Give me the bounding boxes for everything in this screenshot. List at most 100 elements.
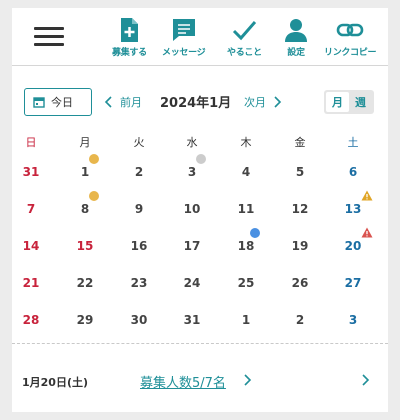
day-cell[interactable]: 31 xyxy=(11,158,51,186)
weekday-header: 日月火水木金土 xyxy=(12,134,388,150)
day-number: 17 xyxy=(183,239,201,253)
day-cell[interactable]: 14 xyxy=(11,232,51,260)
day-cell[interactable]: 2 xyxy=(119,158,159,186)
warning-icon xyxy=(361,190,373,201)
day-cell[interactable]: 5 xyxy=(280,158,320,186)
header-bar: 募集する メッセージ やること 設定 リンクコピー xyxy=(12,8,388,66)
weekday-label: 木 xyxy=(240,136,252,149)
nav-messages-label: メッセージ xyxy=(162,48,206,58)
day-cell[interactable]: 21 xyxy=(11,269,51,297)
day-cell[interactable]: 23 xyxy=(119,269,159,297)
weekday-label: 土 xyxy=(347,136,359,149)
day-number: 29 xyxy=(76,313,94,327)
day-number: 10 xyxy=(183,202,201,216)
day-cell[interactable]: 22 xyxy=(65,269,105,297)
nav-recruit[interactable]: 募集する xyxy=(112,16,147,58)
day-number: 11 xyxy=(237,202,255,216)
day-cell[interactable]: 1 xyxy=(65,154,105,186)
event-dot-icon xyxy=(89,191,99,201)
chevron-left-icon xyxy=(104,96,112,108)
day-number: 30 xyxy=(130,313,148,327)
user-icon xyxy=(285,19,307,42)
nav-settings[interactable]: 設定 xyxy=(282,16,310,58)
day-cell[interactable]: 20 xyxy=(333,227,373,260)
nav-todo[interactable]: やること xyxy=(227,16,262,58)
day-cell[interactable]: 25 xyxy=(226,269,266,297)
next-month-button[interactable]: 次月 xyxy=(244,94,282,110)
day-cell[interactable]: 24 xyxy=(172,269,212,297)
weekday-label: 金 xyxy=(294,136,306,149)
day-number: 22 xyxy=(76,276,94,290)
day-number: 4 xyxy=(241,165,251,179)
selected-day-summary: 1月20日(土) 募集人数5/7名 xyxy=(12,368,388,392)
event-dot-icon xyxy=(196,154,206,164)
day-cell[interactable]: 26 xyxy=(280,269,320,297)
day-cell[interactable]: 7 xyxy=(11,195,51,223)
day-number: 21 xyxy=(22,276,40,290)
day-cell[interactable]: 4 xyxy=(226,158,266,186)
day-number: 1 xyxy=(241,313,251,327)
day-cell[interactable]: 8 xyxy=(65,191,105,223)
day-cell[interactable]: 11 xyxy=(226,195,266,223)
day-cell[interactable]: 17 xyxy=(172,232,212,260)
chevron-right-icon[interactable] xyxy=(242,374,252,386)
selected-date: 1月20日(土) xyxy=(22,376,89,389)
today-button[interactable]: 今日 xyxy=(24,88,92,116)
nav-link-copy[interactable]: リンクコピー xyxy=(324,16,377,58)
day-cell[interactable]: 30 xyxy=(119,306,159,334)
chat-message-icon xyxy=(172,19,195,41)
day-cell[interactable]: 28 xyxy=(11,306,51,334)
day-number: 15 xyxy=(76,239,94,253)
day-number: 12 xyxy=(291,202,309,216)
day-cell[interactable]: 3 xyxy=(333,306,373,334)
view-month-button[interactable]: 月 xyxy=(326,92,349,112)
day-cell[interactable]: 27 xyxy=(333,269,373,297)
day-cell[interactable]: 10 xyxy=(172,195,212,223)
day-number: 13 xyxy=(344,202,362,216)
day-number: 5 xyxy=(295,165,305,179)
view-toggle: 月 週 xyxy=(324,90,374,114)
file-plus-icon xyxy=(121,18,139,42)
prev-month-button[interactable]: 前月 xyxy=(104,94,142,110)
nav-link-copy-label: リンクコピー xyxy=(324,48,377,58)
day-cell[interactable]: 1 xyxy=(226,306,266,334)
day-number: 20 xyxy=(344,239,362,253)
nav-settings-label: 設定 xyxy=(287,48,305,58)
day-cell[interactable]: 2 xyxy=(280,306,320,334)
day-cell[interactable]: 6 xyxy=(333,158,373,186)
event-dot-icon xyxy=(89,154,99,164)
day-cell[interactable]: 29 xyxy=(65,306,105,334)
day-cell[interactable]: 15 xyxy=(65,232,105,260)
day-cell[interactable]: 31 xyxy=(172,306,212,334)
view-week-button[interactable]: 週 xyxy=(349,92,372,112)
day-cell[interactable]: 13 xyxy=(333,190,373,223)
day-number: 31 xyxy=(22,165,40,179)
calendar-icon xyxy=(33,97,45,108)
day-number: 28 xyxy=(22,313,40,327)
chevron-right-icon[interactable] xyxy=(360,374,370,386)
day-cell[interactable]: 3 xyxy=(172,154,212,186)
day-number: 1 xyxy=(80,165,90,179)
day-cell[interactable]: 9 xyxy=(119,195,159,223)
recruit-count-link[interactable]: 募集人数5/7名 xyxy=(140,372,226,391)
weekday-label: 水 xyxy=(186,136,198,149)
day-cell[interactable]: 18 xyxy=(226,228,266,260)
nav-recruit-label: 募集する xyxy=(112,48,147,58)
day-number: 9 xyxy=(134,202,144,216)
day-cell[interactable]: 16 xyxy=(119,232,159,260)
day-cell[interactable]: 12 xyxy=(280,195,320,223)
checkmark-icon xyxy=(233,21,257,41)
day-cell[interactable]: 19 xyxy=(280,232,320,260)
next-month-label: 次月 xyxy=(244,96,266,109)
nav-todo-label: やること xyxy=(227,48,262,58)
day-number: 18 xyxy=(237,239,255,253)
calendar-app: 募集する メッセージ やること 設定 リンクコピー 今日 前月 2024年1月 … xyxy=(12,8,388,412)
chevron-right-icon xyxy=(274,96,282,108)
event-dot-icon xyxy=(250,228,260,238)
nav-messages[interactable]: メッセージ xyxy=(162,16,206,58)
day-number: 14 xyxy=(22,239,40,253)
day-number: 19 xyxy=(291,239,309,253)
hamburger-menu-icon[interactable] xyxy=(32,24,66,50)
day-number: 2 xyxy=(295,313,305,327)
day-number: 6 xyxy=(348,165,358,179)
